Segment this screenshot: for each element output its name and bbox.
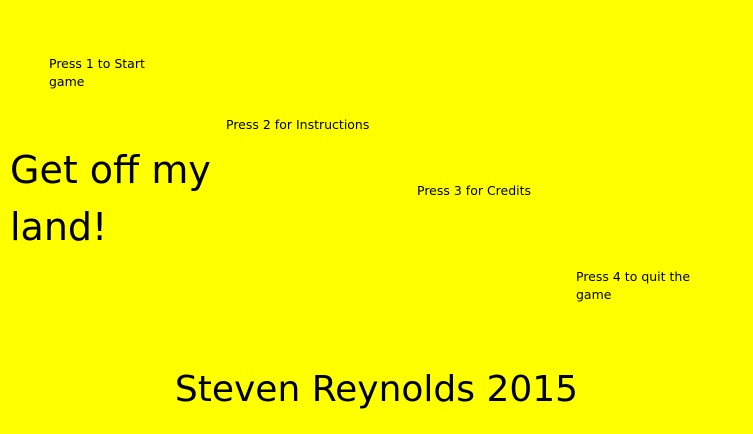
menu-option-instructions[interactable]: Press 2 for Instructions [226,116,396,134]
title-screen: Press 1 to Start game Press 2 for Instru… [0,0,753,434]
author-credit: Steven Reynolds 2015 [174,369,579,410]
menu-option-credits[interactable]: Press 3 for Credits [417,182,567,200]
menu-option-start[interactable]: Press 1 to Start game [49,55,159,91]
game-title: Get off my land! [10,148,211,249]
menu-option-quit[interactable]: Press 4 to quit the game [576,268,716,304]
